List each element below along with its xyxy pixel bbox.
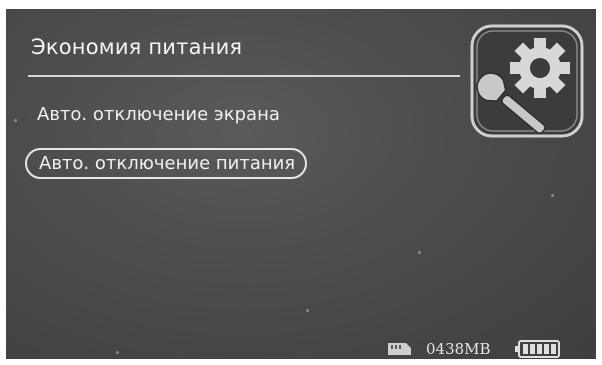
device-screen: Экономия питания Авто. отключение экрана… (6, 9, 596, 359)
dust-speck (14, 119, 17, 122)
menu-item-auto-power-off[interactable]: Авто. отключение питания (25, 148, 308, 179)
battery-cell (522, 344, 528, 354)
page-title: Экономия питания (31, 35, 243, 59)
title-divider (28, 75, 460, 77)
dust-speck (551, 194, 554, 197)
dust-speck (418, 251, 421, 254)
battery-cell (550, 344, 556, 354)
storage-free-text: 0438MB (426, 340, 491, 358)
settings-gear-wrench-icon (470, 24, 584, 138)
battery-cell (543, 344, 549, 354)
dust-speck (116, 351, 119, 354)
status-bar: 0438MB (386, 338, 561, 359)
menu-item-auto-screen-off[interactable]: Авто. отключение экрана (37, 104, 280, 125)
dust-speck (306, 309, 309, 312)
battery-cell (529, 344, 535, 354)
battery-cell (536, 344, 542, 354)
sd-card-icon (388, 343, 411, 355)
battery-full-icon (514, 340, 560, 358)
